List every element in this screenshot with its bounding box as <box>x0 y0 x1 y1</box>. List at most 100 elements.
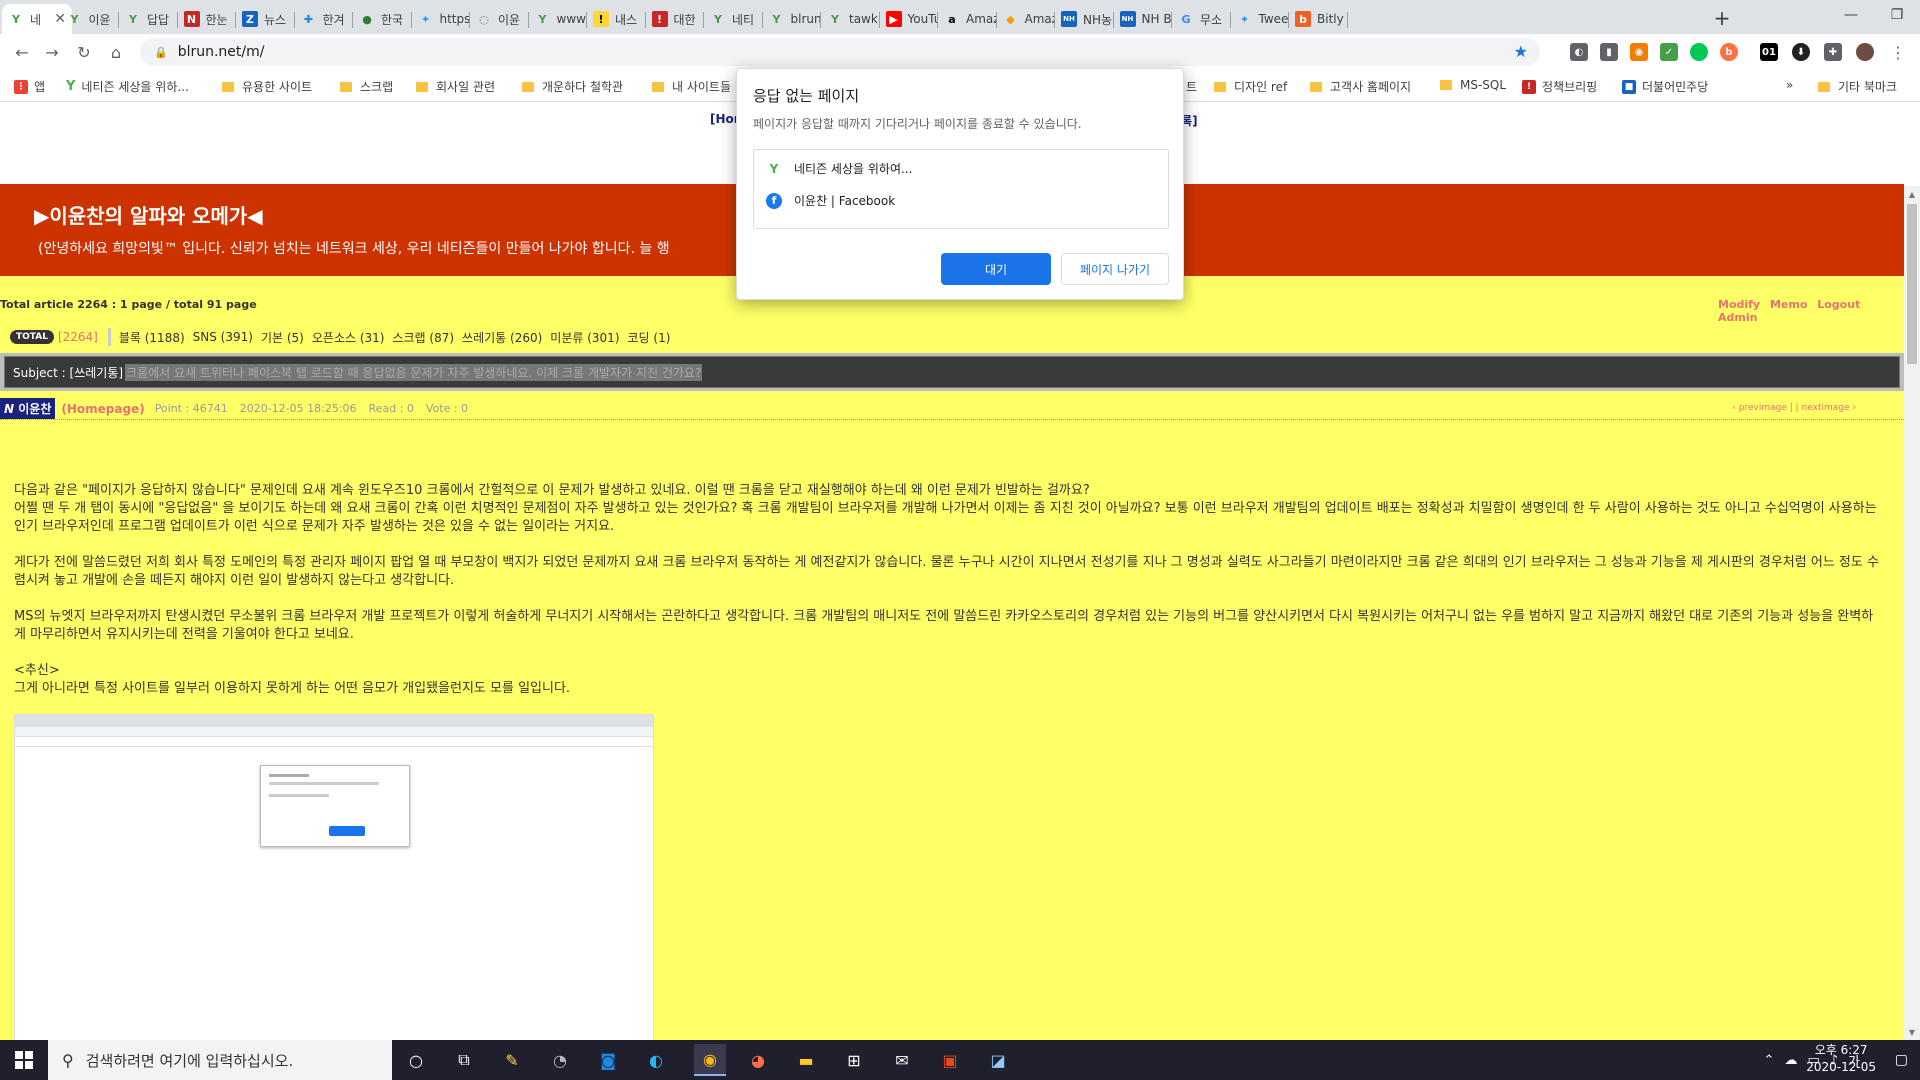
browser-tab[interactable]: Y 네티 <box>704 4 763 34</box>
browser-tab[interactable]: Ywww. <box>529 4 587 34</box>
browser-tab[interactable]: ! 대한 <box>646 4 704 34</box>
extension-icon[interactable]: 01 <box>1760 43 1778 61</box>
browser-tab[interactable]: Z 뉴스 <box>236 4 295 34</box>
category-link[interactable]: 쓰레기통 (260) <box>462 329 542 346</box>
browser-tab[interactable]: ✦ Twee <box>1231 4 1289 34</box>
firefox-app-icon[interactable]: ◕ <box>742 1044 774 1076</box>
taskbar-search-input[interactable]: ⚲ 검색하려면 여기에 입력하십시오. <box>48 1040 392 1080</box>
wait-button[interactable]: 대기 <box>941 253 1051 285</box>
bookmark-star-icon[interactable]: ★ <box>1514 42 1528 61</box>
modify-link[interactable]: Modify <box>1718 298 1760 311</box>
clock-app-icon[interactable]: ◔ <box>544 1044 576 1076</box>
bookmark-folder[interactable]: 내 사이트들 <box>652 78 731 95</box>
category-link[interactable]: 오픈소스 (31) <box>312 329 385 346</box>
bookmark-apps[interactable]: ⋮ 앱 <box>14 78 45 95</box>
browser-tab[interactable]: b Bitly <box>1289 4 1348 34</box>
browser-tab[interactable]: a Amaz <box>938 4 997 34</box>
browser-tab[interactable]: ✦ https <box>412 4 470 34</box>
page-scrollbar[interactable]: ▲ ▼ <box>1904 186 1920 1040</box>
admin-link[interactable]: Admin <box>1718 311 1757 324</box>
site-title[interactable]: ▶이윤찬의 알파와 오메가◀ <box>34 200 263 229</box>
browser-tab[interactable]: Y 답답 <box>119 4 178 34</box>
scroll-up-arrow-icon[interactable]: ▲ <box>1904 186 1920 202</box>
browser-tab[interactable]: ● 한국 <box>353 4 412 34</box>
chrome-app-icon[interactable]: ◉ <box>694 1044 726 1076</box>
bitly-icon[interactable]: b <box>1720 43 1738 61</box>
total-badge[interactable]: TOTAL <box>10 330 54 344</box>
extension-icon[interactable]: ▮ <box>1600 43 1618 61</box>
avatar[interactable] <box>1856 43 1874 61</box>
image-pager[interactable]: ‹ previmage | | nextimage › <box>1732 403 1856 413</box>
category-link[interactable]: 기본 (5) <box>261 329 304 346</box>
bookmarks-overflow-button[interactable]: » <box>1786 78 1793 92</box>
category-link[interactable]: 미분류 (301) <box>550 329 619 346</box>
bookmark-other-folder[interactable]: 기타 북마크 <box>1818 78 1897 95</box>
scroll-down-arrow-icon[interactable]: ▼ <box>1904 1024 1920 1040</box>
category-link[interactable]: 코딩 (1) <box>628 329 671 346</box>
extension-icon[interactable] <box>1690 43 1708 61</box>
bookmark-folder[interactable]: 디자인 ref <box>1214 78 1287 95</box>
puzzle-icon[interactable]: ✚ <box>1824 43 1842 61</box>
edge-app-icon[interactable]: ◐ <box>640 1044 672 1076</box>
category-link[interactable]: SNS (391) <box>193 330 253 344</box>
back-button[interactable]: ← <box>10 40 34 64</box>
reload-button[interactable]: ↻ <box>72 40 96 64</box>
outlook-app-icon[interactable]: ◙ <box>592 1044 624 1076</box>
memo-link[interactable]: Memo <box>1770 298 1807 311</box>
notepadpp-app-icon[interactable]: ◪ <box>982 1044 1014 1076</box>
browser-tab[interactable]: ! 내스 <box>587 4 646 34</box>
office-app-icon[interactable]: ▣ <box>934 1044 966 1076</box>
bookmark-item[interactable]: 트 <box>1186 78 1197 95</box>
browser-tab[interactable]: ◆ Amaz <box>997 4 1055 34</box>
menu-icon[interactable]: ⋮ <box>1886 40 1910 64</box>
browser-tab[interactable]: Y 이윤 <box>61 4 119 34</box>
cortana-icon[interactable]: ○ <box>400 1044 432 1076</box>
bookmark-item[interactable]: Y 네티즌 세상을 위하... <box>66 78 189 95</box>
tray-expand-icon[interactable]: ⌃ <box>1764 1053 1775 1068</box>
new-tab-button[interactable]: + <box>1708 4 1736 32</box>
facebook-icon: f <box>766 192 782 209</box>
category-link[interactable]: 블록 (1188) <box>119 329 185 346</box>
browser-tab[interactable]: Ytawk. <box>821 4 880 34</box>
task-view-icon[interactable]: ⧉ <box>448 1044 480 1076</box>
bookmark-folder[interactable]: MS-SQL <box>1440 78 1506 92</box>
browser-tab[interactable]: Yblrun <box>763 4 821 34</box>
rss-icon[interactable]: ◉ <box>1630 43 1648 61</box>
extension-icon[interactable]: ◐ <box>1570 43 1588 61</box>
minimize-button[interactable]: — <box>1828 0 1874 30</box>
scroll-thumb[interactable] <box>1907 204 1917 364</box>
logout-link[interactable]: Logout <box>1817 298 1860 311</box>
browser-tab[interactable]: ▶ YouTu <box>880 4 938 34</box>
bookmark-item[interactable]: ■ 더불어민주당 <box>1622 78 1708 95</box>
browser-tab[interactable]: G 무소 <box>1172 4 1231 34</box>
taskbar-clock[interactable]: 오후 6:27 2020-12-05 <box>1806 1042 1876 1076</box>
file-explorer-icon[interactable]: ▬ <box>790 1044 822 1076</box>
bookmark-folder[interactable]: 회사일 관련 <box>416 78 495 95</box>
address-bar[interactable]: 🔒 blrun.net/m/ ★ <box>140 38 1540 66</box>
bookmark-folder[interactable]: 스크랩 <box>340 78 393 95</box>
extension-icon[interactable]: ✓ <box>1660 43 1678 61</box>
browser-tab[interactable]: ✚ 한겨 <box>295 4 353 34</box>
home-button[interactable]: ⌂ <box>104 40 128 64</box>
notification-icon[interactable]: ▢ <box>1895 1052 1908 1068</box>
author-badge[interactable]: N 이윤찬 <box>0 398 56 419</box>
leave-page-button[interactable]: 페이지 나가기 <box>1061 253 1169 285</box>
bookmark-folder[interactable]: 유용한 사이트 <box>222 78 312 95</box>
bookmark-folder[interactable]: 개운하다 철학관 <box>522 78 623 95</box>
browser-tab[interactable]: NH NH B <box>1114 4 1172 34</box>
restore-button[interactable]: ❐ <box>1874 0 1920 30</box>
browser-tab[interactable]: ◌ 이윤 <box>470 4 529 34</box>
category-link[interactable]: 스크랩 (87) <box>392 329 454 346</box>
download-icon[interactable]: ⬇ <box>1792 43 1810 61</box>
start-button[interactable] <box>0 1040 48 1080</box>
mail-app-icon[interactable]: ✉ <box>886 1044 918 1076</box>
browser-tab[interactable]: NH NH농 <box>1055 4 1114 34</box>
onedrive-icon[interactable]: ☁ <box>1784 1053 1797 1068</box>
forward-button[interactable]: → <box>40 40 64 64</box>
notepad-app-icon[interactable]: ✎ <box>496 1044 528 1076</box>
store-app-icon[interactable]: ⊞ <box>838 1044 870 1076</box>
homepage-link[interactable]: (Homepage) <box>61 402 144 416</box>
bookmark-item[interactable]: ! 정책브리핑 <box>1522 78 1597 95</box>
bookmark-folder[interactable]: 고객사 홈페이지 <box>1310 78 1411 95</box>
browser-tab[interactable]: N 한눈 <box>178 4 236 34</box>
